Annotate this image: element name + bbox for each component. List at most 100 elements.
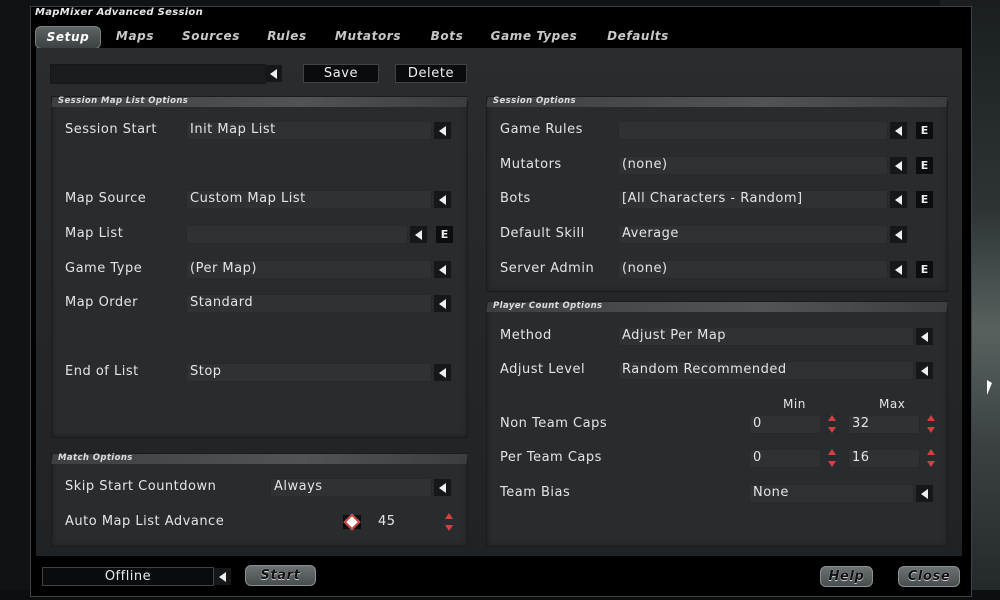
game-type-label: Game Type [65, 261, 143, 276]
max-header: Max [879, 397, 906, 411]
map-list-arrow[interactable] [410, 226, 427, 243]
tab-mutators[interactable]: Mutators [325, 26, 411, 47]
window-title: MapMixer Advanced Session [35, 7, 204, 18]
server-admin-arrow[interactable] [890, 261, 907, 278]
spinner-up-icon [445, 513, 453, 519]
spinner-up-icon [828, 449, 836, 455]
adjust-level-arrow[interactable] [916, 362, 933, 379]
end-of-list-combo[interactable]: Stop [186, 363, 432, 382]
session-start-arrow[interactable] [434, 122, 451, 139]
skip-start-countdown-combo[interactable]: Always [270, 478, 432, 497]
mutators-label: Mutators [500, 157, 562, 172]
player-count-title: Player Count Options [493, 301, 603, 311]
map-order-combo[interactable]: Standard [186, 294, 432, 313]
non-team-caps-max[interactable]: 32 [848, 415, 920, 434]
bots-combo[interactable]: [All Characters - Random] [618, 190, 888, 209]
tab-maps[interactable]: Maps [109, 26, 161, 47]
spinner-down-icon [445, 525, 453, 531]
tab-game-types[interactable]: Game Types [482, 26, 586, 47]
per-team-caps-label: Per Team Caps [500, 450, 602, 465]
adjust-level-combo[interactable]: Random Recommended [618, 361, 914, 380]
server-admin-label: Server Admin [500, 261, 595, 276]
session-name-dropdown-arrow[interactable] [265, 65, 282, 82]
network-status-arrow[interactable] [214, 568, 231, 585]
session-name-field[interactable] [50, 64, 266, 84]
spinner-down-icon [927, 427, 935, 433]
tab-setup[interactable]: Setup [35, 26, 101, 49]
auto-map-list-advance-label: Auto Map List Advance [65, 514, 225, 529]
mouse-cursor-icon [987, 380, 992, 395]
network-status-field[interactable]: Offline [42, 567, 214, 586]
default-skill-combo[interactable]: Average [618, 225, 888, 244]
game-type-arrow[interactable] [434, 261, 451, 278]
per-team-caps-min[interactable]: 0 [749, 449, 821, 468]
server-admin-edit-button[interactable]: E [916, 261, 933, 278]
map-order-label: Map Order [65, 295, 139, 310]
default-skill-arrow[interactable] [890, 226, 907, 243]
map-list-label: Map List [65, 226, 124, 241]
game-type-combo[interactable]: (Per Map) [186, 260, 432, 279]
map-list-edit-button[interactable]: E [436, 226, 453, 243]
adjust-level-label: Adjust Level [500, 362, 586, 377]
non-team-caps-max-spinner[interactable] [925, 414, 937, 434]
spinner-up-icon [927, 415, 935, 421]
method-arrow[interactable] [916, 328, 933, 345]
mutators-arrow[interactable] [890, 157, 907, 174]
session-start-combo[interactable]: Init Map List [186, 121, 432, 140]
default-skill-label: Default Skill [500, 226, 585, 241]
close-button[interactable]: Close [898, 566, 960, 587]
mutators-edit-button[interactable]: E [916, 157, 933, 174]
save-button[interactable]: Save [303, 64, 379, 83]
game-rules-edit-button[interactable]: E [916, 122, 933, 139]
game-rules-arrow[interactable] [890, 122, 907, 139]
non-team-caps-min[interactable]: 0 [749, 415, 821, 434]
spinner-up-icon [927, 449, 935, 455]
tab-sources[interactable]: Sources [173, 26, 249, 47]
min-header: Min [783, 397, 806, 411]
auto-map-list-advance-spinner[interactable] [443, 512, 455, 532]
bots-edit-button[interactable]: E [916, 191, 933, 208]
end-of-list-label: End of List [65, 364, 139, 379]
non-team-caps-label: Non Team Caps [500, 416, 608, 431]
game-rules-combo[interactable] [618, 121, 888, 140]
tab-rules[interactable]: Rules [261, 26, 313, 47]
match-options-panel: Match Options [51, 453, 468, 547]
game-rules-label: Game Rules [500, 122, 583, 137]
team-bias-label: Team Bias [500, 485, 571, 500]
auto-map-list-advance-checkbox[interactable] [343, 513, 361, 531]
map-source-label: Map Source [65, 191, 147, 206]
team-bias-combo[interactable]: None [749, 484, 914, 503]
non-team-caps-min-spinner[interactable] [826, 414, 838, 434]
per-team-caps-min-spinner[interactable] [826, 448, 838, 468]
server-admin-combo[interactable]: (none) [618, 260, 888, 279]
map-source-arrow[interactable] [434, 191, 451, 208]
team-bias-arrow[interactable] [916, 485, 933, 502]
spinner-down-icon [927, 461, 935, 467]
per-team-caps-max[interactable]: 16 [848, 449, 920, 468]
skip-start-countdown-arrow[interactable] [434, 479, 451, 496]
bots-arrow[interactable] [890, 191, 907, 208]
match-options-title: Match Options [58, 453, 133, 463]
session-options-title: Session Options [493, 96, 577, 106]
map-list-combo[interactable] [186, 225, 408, 244]
spinner-down-icon [828, 461, 836, 467]
skip-start-countdown-label: Skip Start Countdown [65, 479, 217, 494]
end-of-list-arrow[interactable] [434, 364, 451, 381]
tab-bots[interactable]: Bots [423, 26, 471, 47]
spinner-up-icon [828, 415, 836, 421]
mutators-combo[interactable]: (none) [618, 156, 888, 175]
map-source-combo[interactable]: Custom Map List [186, 190, 432, 209]
map-order-arrow[interactable] [434, 295, 451, 312]
delete-button[interactable]: Delete [395, 64, 467, 83]
diamond-icon [343, 513, 361, 531]
bots-label: Bots [500, 191, 531, 206]
session-map-list-title: Session Map List Options [58, 96, 189, 106]
method-combo[interactable]: Adjust Per Map [618, 327, 914, 346]
start-button[interactable]: Start [245, 565, 316, 586]
auto-map-list-advance-value[interactable]: 45 [374, 513, 436, 532]
tab-defaults[interactable]: Defaults [598, 26, 678, 47]
session-start-label: Session Start [65, 122, 157, 137]
method-label: Method [500, 328, 552, 343]
help-button[interactable]: Help [820, 566, 873, 587]
per-team-caps-max-spinner[interactable] [925, 448, 937, 468]
